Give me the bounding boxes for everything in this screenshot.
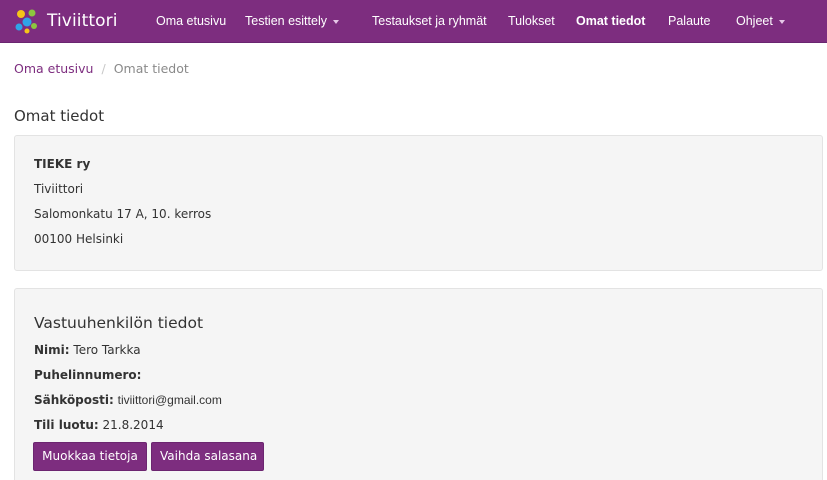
- nav-palaute[interactable]: Palaute: [668, 0, 710, 43]
- contact-title: Vastuuhenkilön tiedot: [34, 314, 204, 332]
- breadcrumb-current: Omat tiedot: [113, 61, 189, 76]
- nav-label: Testaukset ja ryhmät: [372, 14, 487, 28]
- brand-link[interactable]: Tiviittori: [13, 5, 118, 37]
- created-label: Tili luotu:: [34, 418, 99, 432]
- organization-postal: 00100 Helsinki: [34, 232, 124, 246]
- nav-omat-tiedot[interactable]: Omat tiedot: [576, 0, 645, 43]
- top-navbar: Tiviittori Oma etusivu Testien esittely …: [0, 0, 827, 43]
- change-password-button[interactable]: Vaihda salasana: [151, 442, 264, 471]
- nav-ohjeet[interactable]: Ohjeet: [736, 0, 785, 43]
- nav-label: Ohjeet: [736, 14, 773, 28]
- contact-phone-row: Puhelinnumero:: [34, 368, 141, 382]
- page-title: Omat tiedot: [14, 107, 105, 125]
- breadcrumb: Oma etusivu / Omat tiedot: [14, 61, 189, 76]
- contact-panel: Vastuuhenkilön tiedot Nimi: Tero Tarkka …: [14, 288, 823, 480]
- contact-name-row: Nimi: Tero Tarkka: [34, 343, 141, 357]
- organization-street: Salomonkatu 17 A, 10. kerros: [34, 207, 212, 221]
- nav-label: Omat tiedot: [576, 14, 646, 28]
- organization-unit: Tiviittori: [34, 182, 84, 196]
- tiviittori-logo-icon: [15, 9, 37, 34]
- breadcrumb-home-link[interactable]: Oma etusivu: [14, 61, 93, 76]
- nav-oma-etusivu[interactable]: Oma etusivu: [156, 0, 226, 43]
- phone-label: Puhelinnumero:: [34, 368, 142, 382]
- nav-tulokset[interactable]: Tulokset: [508, 0, 555, 43]
- organization-name: TIEKE ry: [34, 157, 91, 171]
- name-label: Nimi:: [34, 343, 70, 357]
- nav-label: Tulokset: [508, 14, 555, 28]
- caret-down-icon: [332, 19, 339, 24]
- nav-label: Palaute: [668, 14, 711, 28]
- brand-name: Tiviittori: [47, 11, 118, 31]
- organization-panel: TIEKE ry Tiviittori Salomonkatu 17 A, 10…: [14, 135, 823, 271]
- nav-testien-esittely[interactable]: Testien esittely: [245, 0, 339, 43]
- caret-down-icon: [778, 19, 785, 24]
- nav-testaukset-ja-ryhmat[interactable]: Testaukset ja ryhmät: [372, 0, 487, 43]
- contact-created-row: Tili luotu: 21.8.2014: [34, 418, 164, 432]
- email-label: Sähköposti:: [34, 393, 114, 407]
- contact-email-row: Sähköposti: tiviittori@gmail.com: [34, 393, 222, 407]
- nav-label: Testien esittely: [245, 14, 327, 28]
- email-value: tiviittori@gmail.com: [117, 393, 222, 407]
- edit-info-button[interactable]: Muokkaa tietoja: [33, 442, 147, 471]
- breadcrumb-separator: /: [101, 61, 106, 76]
- nav-label: Oma etusivu: [156, 14, 227, 28]
- created-value: 21.8.2014: [102, 418, 164, 432]
- name-value: Tero Tarkka: [73, 343, 141, 357]
